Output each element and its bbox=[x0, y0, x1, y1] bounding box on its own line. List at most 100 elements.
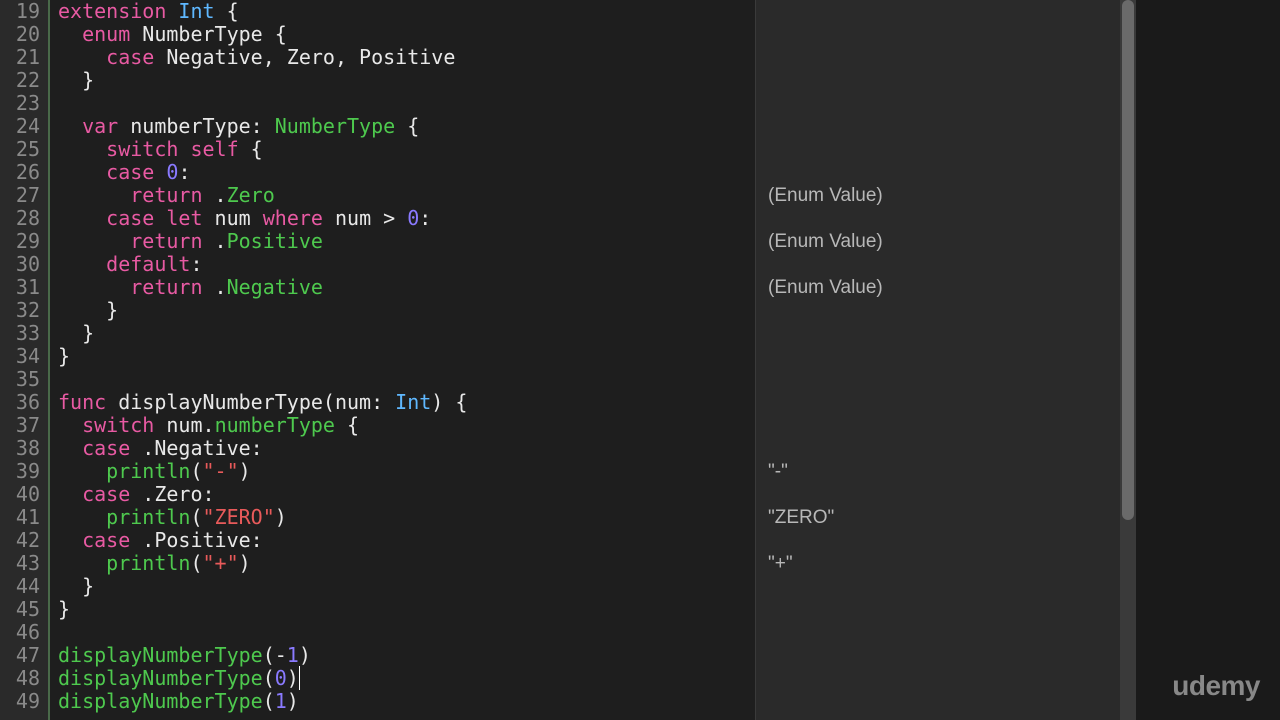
playground-editor: 1920212223242526272829303132333435363738… bbox=[0, 0, 1130, 720]
line-number: 35 bbox=[0, 368, 40, 391]
code-line[interactable]: switch self { bbox=[58, 138, 755, 161]
line-number: 43 bbox=[0, 552, 40, 575]
result-value: (Enum Value) bbox=[768, 276, 1130, 299]
result-value bbox=[768, 345, 1130, 368]
line-number: 21 bbox=[0, 46, 40, 69]
code-line[interactable]: func displayNumberType(num: Int) { bbox=[58, 391, 755, 414]
code-line[interactable]: displayNumberType(-1) bbox=[58, 644, 755, 667]
result-value bbox=[768, 667, 1130, 690]
line-number: 49 bbox=[0, 690, 40, 713]
line-number: 36 bbox=[0, 391, 40, 414]
result-value bbox=[768, 414, 1130, 437]
code-line[interactable]: } bbox=[58, 322, 755, 345]
result-value bbox=[768, 690, 1130, 713]
line-number: 41 bbox=[0, 506, 40, 529]
line-number: 33 bbox=[0, 322, 40, 345]
code-line[interactable]: println("-") bbox=[58, 460, 755, 483]
result-value bbox=[768, 138, 1130, 161]
result-value bbox=[768, 391, 1130, 414]
results-sidebar: (Enum Value) (Enum Value) (Enum Value) "-" "… bbox=[755, 0, 1130, 720]
result-value bbox=[768, 598, 1130, 621]
result-value bbox=[768, 92, 1130, 115]
result-value: "ZERO" bbox=[768, 506, 1130, 529]
line-number: 48 bbox=[0, 667, 40, 690]
code-line[interactable]: case let num where num > 0: bbox=[58, 207, 755, 230]
code-line[interactable]: return .Zero bbox=[58, 184, 755, 207]
code-line[interactable]: return .Positive bbox=[58, 230, 755, 253]
line-number: 29 bbox=[0, 230, 40, 253]
code-line[interactable]: } bbox=[58, 69, 755, 92]
line-number: 30 bbox=[0, 253, 40, 276]
result-value bbox=[768, 0, 1130, 23]
line-number: 47 bbox=[0, 644, 40, 667]
line-number: 20 bbox=[0, 23, 40, 46]
line-number: 40 bbox=[0, 483, 40, 506]
code-line[interactable]: switch num.numberType { bbox=[58, 414, 755, 437]
code-line[interactable]: return .Negative bbox=[58, 276, 755, 299]
udemy-watermark: udemy bbox=[1172, 670, 1260, 702]
result-value bbox=[768, 322, 1130, 345]
code-line[interactable]: } bbox=[58, 299, 755, 322]
code-line[interactable] bbox=[58, 92, 755, 115]
result-value: (Enum Value) bbox=[768, 184, 1130, 207]
result-value: "-" bbox=[768, 460, 1130, 483]
vertical-scrollbar[interactable] bbox=[1120, 0, 1136, 720]
code-line[interactable]: default: bbox=[58, 253, 755, 276]
result-value: "+" bbox=[768, 552, 1130, 575]
code-line[interactable]: } bbox=[58, 598, 755, 621]
line-number: 45 bbox=[0, 598, 40, 621]
result-value bbox=[768, 207, 1130, 230]
result-value bbox=[768, 46, 1130, 69]
code-line[interactable]: println("ZERO") bbox=[58, 506, 755, 529]
code-line[interactable] bbox=[58, 621, 755, 644]
line-number: 26 bbox=[0, 161, 40, 184]
code-line[interactable]: case Negative, Zero, Positive bbox=[58, 46, 755, 69]
result-value bbox=[768, 161, 1130, 184]
result-value bbox=[768, 253, 1130, 276]
result-value bbox=[768, 23, 1130, 46]
result-value bbox=[768, 529, 1130, 552]
line-number: 37 bbox=[0, 414, 40, 437]
code-line[interactable]: case 0: bbox=[58, 161, 755, 184]
line-number-gutter: 1920212223242526272829303132333435363738… bbox=[0, 0, 50, 720]
line-number: 42 bbox=[0, 529, 40, 552]
line-number: 34 bbox=[0, 345, 40, 368]
result-value bbox=[768, 115, 1130, 138]
result-value bbox=[768, 368, 1130, 391]
result-value bbox=[768, 69, 1130, 92]
code-line[interactable] bbox=[58, 368, 755, 391]
code-line[interactable]: extension Int { bbox=[58, 0, 755, 23]
right-margin bbox=[1136, 0, 1280, 720]
line-number: 32 bbox=[0, 299, 40, 322]
line-number: 22 bbox=[0, 69, 40, 92]
line-number: 31 bbox=[0, 276, 40, 299]
result-value bbox=[768, 644, 1130, 667]
code-line[interactable]: } bbox=[58, 345, 755, 368]
code-line[interactable]: } bbox=[58, 575, 755, 598]
line-number: 44 bbox=[0, 575, 40, 598]
code-line[interactable]: enum NumberType { bbox=[58, 23, 755, 46]
code-line[interactable]: println("+") bbox=[58, 552, 755, 575]
result-value: (Enum Value) bbox=[768, 230, 1130, 253]
code-line[interactable]: case .Zero: bbox=[58, 483, 755, 506]
code-line[interactable]: var numberType: NumberType { bbox=[58, 115, 755, 138]
code-line[interactable]: displayNumberType(0) bbox=[58, 667, 755, 690]
line-number: 23 bbox=[0, 92, 40, 115]
result-value bbox=[768, 437, 1130, 460]
line-number: 38 bbox=[0, 437, 40, 460]
line-number: 19 bbox=[0, 0, 40, 23]
code-line[interactable]: case .Negative: bbox=[58, 437, 755, 460]
line-number: 46 bbox=[0, 621, 40, 644]
scrollbar-thumb[interactable] bbox=[1122, 0, 1134, 520]
code-line[interactable]: displayNumberType(1) bbox=[58, 690, 755, 713]
line-number: 28 bbox=[0, 207, 40, 230]
line-number: 25 bbox=[0, 138, 40, 161]
code-line[interactable]: case .Positive: bbox=[58, 529, 755, 552]
result-value bbox=[768, 483, 1130, 506]
code-editor[interactable]: extension Int { enum NumberType { case N… bbox=[50, 0, 755, 720]
result-value bbox=[768, 299, 1130, 322]
line-number: 27 bbox=[0, 184, 40, 207]
line-number: 39 bbox=[0, 460, 40, 483]
line-number: 24 bbox=[0, 115, 40, 138]
result-value bbox=[768, 621, 1130, 644]
